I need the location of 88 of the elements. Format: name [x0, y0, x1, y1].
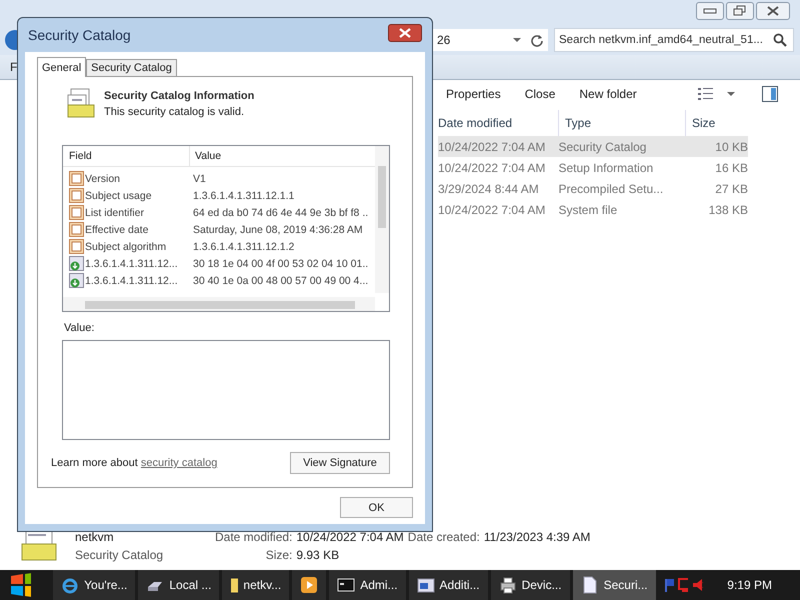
status-text: This security catalog is valid. — [104, 106, 245, 118]
taskbar-button[interactable]: Additi... — [408, 570, 488, 600]
field-value: 1.3.6.1.4.1.311.12.1.1 — [192, 190, 294, 202]
close-icon — [766, 5, 780, 17]
column-header[interactable]: Value — [189, 146, 222, 166]
close-icon — [398, 28, 412, 38]
close-button[interactable] — [388, 24, 422, 42]
toolbar-button[interactable]: New folder — [569, 85, 647, 103]
tab[interactable]: Security Catalog — [86, 59, 177, 76]
dialog-title: Security Catalog — [28, 27, 131, 43]
file-type: Security Catalog — [75, 548, 164, 562]
file-row[interactable]: 3/29/2024 8:44 AM Precompiled Setu... 27 KB — [438, 178, 748, 199]
horizontal-scrollbar[interactable] — [63, 297, 375, 311]
taskbar-button[interactable]: You're... — [53, 570, 136, 600]
field-value: 30 40 1e 0a 00 48 00 57 00 49 00 4... — [192, 274, 368, 286]
minimize-icon — [703, 7, 717, 15]
toolbar-button[interactable]: Properties — [436, 85, 511, 103]
security-catalog-link[interactable]: security catalog — [140, 457, 218, 469]
column-header[interactable]: Field — [63, 150, 189, 162]
detail-label: Date modified: — [215, 530, 292, 544]
file-row[interactable]: 10/24/2022 7:04 AM Security Catalog 10 KB — [438, 136, 748, 157]
field-item[interactable]: Effective date — [63, 222, 189, 237]
preview-pane-icon[interactable] — [762, 86, 778, 102]
field-value: 30 18 1e 04 00 4f 00 53 02 04 10 01.. — [192, 258, 368, 270]
view-signature-button[interactable]: View Signature — [290, 452, 390, 474]
toolbar-button[interactable]: Close — [514, 85, 566, 103]
file-row[interactable]: 10/24/2022 7:04 AM System file 138 KB — [438, 199, 748, 220]
field-item[interactable]: Version — [63, 171, 189, 186]
field-icon — [69, 205, 84, 220]
field-item[interactable]: Subject usage — [63, 188, 189, 203]
clock[interactable]: 9:19 PM — [727, 578, 772, 592]
taskbar-button[interactable] — [292, 570, 326, 600]
restore-button[interactable] — [726, 2, 754, 20]
dropdown-icon[interactable] — [726, 91, 736, 97]
info-heading: Security Catalog Information — [104, 90, 254, 102]
search-icon — [773, 33, 787, 47]
speaker-icon[interactable] — [692, 577, 704, 593]
learn-more-text: Learn more about security catalog — [51, 457, 218, 469]
taskbar-button[interactable]: Devic... — [490, 570, 570, 600]
extension-icon — [69, 273, 84, 288]
address-field[interactable]: 26 — [433, 29, 548, 51]
menu-item[interactable]: F — [10, 60, 18, 74]
taskbar-button[interactable]: netkv... — [222, 570, 290, 600]
field-item[interactable]: Subject algorithm — [63, 239, 189, 254]
field-value: 1.3.6.1.4.1.311.12.1.2 — [192, 240, 294, 252]
tab[interactable]: General — [37, 57, 86, 77]
detail-value: 9.93 KB — [296, 548, 340, 562]
console-icon — [337, 576, 356, 594]
field-icon — [69, 188, 84, 203]
value-box[interactable] — [62, 340, 390, 440]
media-player-icon — [300, 576, 318, 594]
file-row[interactable]: 10/24/2022 7:04 AM Setup Information 16 KB — [438, 157, 748, 178]
dropdown-icon[interactable] — [512, 37, 522, 43]
field-icon — [69, 171, 84, 186]
extension-icon — [69, 256, 84, 271]
field-icon — [69, 222, 84, 237]
field-value: Saturday, June 08, 2019 4:36:28 AM — [192, 224, 363, 236]
taskbar-button[interactable]: Local ... — [138, 570, 220, 600]
search-field[interactable]: Search netkvm.inf_amd64_neutral_51... — [554, 28, 794, 52]
field-icon — [69, 239, 84, 254]
window-icon — [416, 576, 435, 594]
flag-icon[interactable] — [662, 577, 674, 593]
folder-icon — [230, 578, 238, 592]
printer-icon — [498, 576, 517, 594]
start-button[interactable] — [8, 570, 32, 600]
value-label: Value: — [64, 322, 96, 334]
field-item[interactable]: 1.3.6.1.4.1.311.12... — [63, 273, 189, 288]
detail-value: 11/23/2023 4:39 AM — [484, 530, 590, 544]
taskbar-button[interactable]: Securi... — [572, 570, 656, 600]
field-value: V1 — [192, 172, 206, 184]
field-item[interactable]: 1.3.6.1.4.1.311.12... — [63, 256, 189, 271]
vertical-scrollbar[interactable] — [375, 146, 389, 293]
detail-label: Size: — [264, 548, 292, 562]
column-header[interactable]: Date modified — [438, 116, 558, 130]
browser-icon — [61, 576, 80, 594]
file-name: netkvm — [75, 530, 115, 544]
field-item[interactable]: List identifier — [63, 205, 189, 220]
minimize-button[interactable] — [696, 2, 724, 20]
detail-value: 10/24/2022 7:04 AM — [296, 530, 404, 544]
close-button[interactable] — [756, 2, 790, 20]
detail-label: Date created: — [408, 530, 480, 544]
document-icon — [580, 576, 599, 594]
view-list-icon[interactable] — [698, 88, 714, 100]
restore-icon — [733, 5, 747, 17]
taskbar-button[interactable]: Admi... — [329, 570, 406, 600]
ok-button[interactable]: OK — [340, 497, 413, 518]
field-value: 64 ed da b0 74 d6 4e 44 9e 3b bf f8 .. — [192, 206, 368, 218]
refresh-icon[interactable] — [530, 33, 544, 47]
